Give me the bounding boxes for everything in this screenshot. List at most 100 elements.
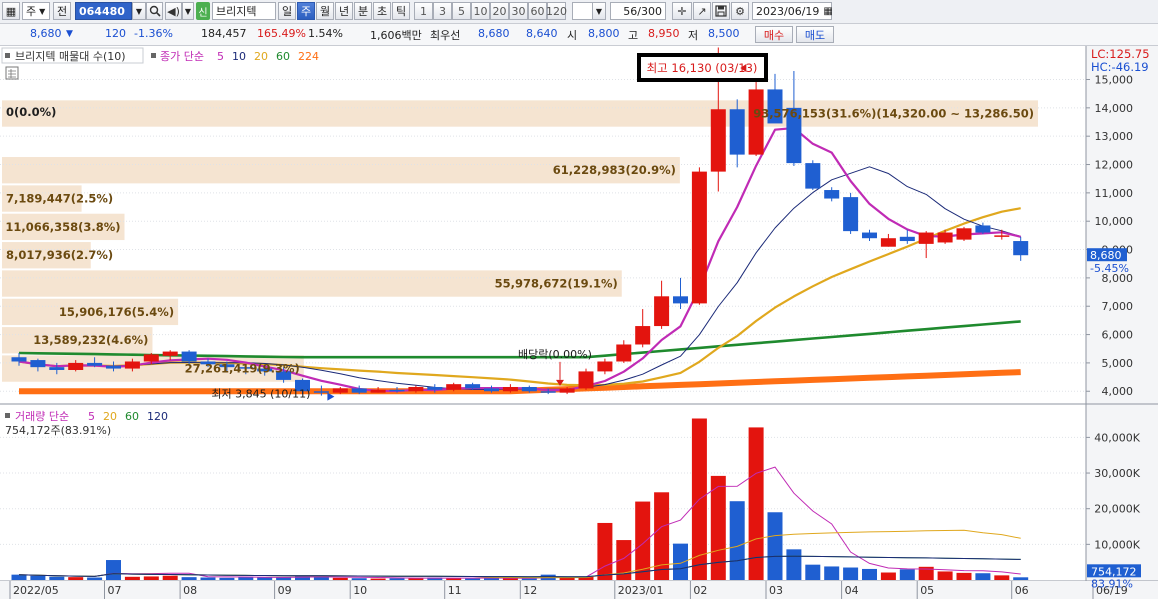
period-button[interactable]: 월 [316,2,334,20]
legend-swatch-icon [5,413,10,418]
y-tick-label: 14,000 [1095,102,1134,115]
volume-profile-label: 55,978,672(19.1%) [495,277,618,291]
interval-button[interactable]: 60 [528,2,547,20]
save-icon[interactable] [712,2,730,20]
interval-button[interactable]: 3 [433,2,452,20]
period-button[interactable]: 초 [373,2,391,20]
calendar-icon[interactable]: ▦ [823,6,832,17]
candle-body [729,109,745,155]
candle-body [616,344,632,362]
x-tick-label: 08 [183,584,197,597]
period-button[interactable]: 틱 [392,2,410,20]
volume-bar [30,575,46,580]
candle-body [106,365,121,369]
stock-chart[interactable]: 0(0.0%) 93,576,153(31.6%)(14,320.00 ~ 13,… [0,46,1158,599]
high-label: 고 [628,29,639,42]
volume-ratio: 165.49% [257,27,306,40]
date-value: 2023/06/19 [756,4,820,18]
bid-price: 8,640 [526,27,558,40]
candle-body [918,232,934,244]
volume-ma-legend-period: 120 [147,410,168,423]
period-button[interactable]: 주 [297,2,315,20]
candle-body [937,232,953,243]
candle-body [332,388,348,393]
candle-body [68,362,84,370]
stock-name-field[interactable]: 브리지텍 [212,2,276,20]
candle-body [824,190,840,199]
volume-bar [654,492,670,580]
period-button[interactable]: 년 [335,2,353,20]
trade-volume: 184,457 [201,27,247,40]
interval-button[interactable]: 30 [509,2,528,20]
volume-profile-label: 11,066,358(3.8%) [5,220,120,234]
volume-bar [843,567,859,580]
chevron-down-icon: ▼ [39,6,46,16]
candle-body [748,89,764,155]
interval-dropdown-button[interactable]: ▼ [592,2,606,20]
gear-icon[interactable]: ⚙ [731,2,749,20]
date-field[interactable]: 2023/06/19 ▦ [752,2,833,20]
interval-button[interactable]: 10 [471,2,490,20]
candle-count-field[interactable]: 56/300 [610,2,666,20]
volume-bar [332,577,348,580]
market-select[interactable]: 주 ▼ [22,2,50,20]
period-button[interactable]: 일 [278,2,296,20]
dividend-annotation-label: 배당락(0.00%) [518,348,592,361]
x-tick-label: 04 [845,584,859,597]
period-button[interactable]: 분 [354,2,372,20]
interval-button[interactable]: 5 [452,2,471,20]
high-price: 8,950 [648,27,680,40]
x-axis-panel [0,581,1158,599]
ma-legend-period: 20 [254,50,268,63]
volume-profile-label: 27,261,419(9.3%) [185,362,300,376]
volume-bar [68,577,84,580]
volume-bar [824,566,840,580]
interval-buttons: 1 3 5 10 20 30 60 120 [414,2,570,20]
search-icon[interactable] [146,2,163,20]
volume-bar [767,512,783,580]
candle-body [880,238,896,247]
last-price-label: 8,680 [1090,249,1122,262]
code-dropdown-button[interactable]: ▼ [132,2,146,20]
draw-tool-icon[interactable]: ↗ [693,2,711,20]
volume-bar [975,573,991,580]
y-tick-label: 15,000 [1095,74,1134,87]
candle-body [389,389,405,392]
ma-legend-period: 60 [276,50,290,63]
sell-button[interactable]: 매도 [796,26,834,43]
buy-button[interactable]: 매수 [755,26,793,43]
volume-profile-label: 8,017,936(2.7%) [6,248,113,262]
candle-body [351,388,367,393]
grid-menu-icon[interactable]: ▦ [2,2,20,20]
volume-bar [143,576,159,580]
current-price: 8,680 [30,27,62,40]
volume-bar [181,577,197,580]
candle-body [691,171,707,304]
candle-body [502,386,518,392]
candle-body [143,354,159,362]
speaker-icon[interactable]: ◀) [165,2,182,20]
interval-button[interactable]: 1 [414,2,433,20]
crosshair-icon[interactable]: ✛ [672,2,692,20]
y-tick-label: 4,000 [1102,385,1134,398]
volume-bar [124,576,140,580]
open-price: 8,800 [588,27,620,40]
candle-body [30,360,46,368]
speaker-dropdown[interactable]: ▼ [182,2,194,20]
y-tick-label: 12,000 [1095,159,1134,172]
quote-bar: 8,680 ▼ 120 -1.36% 184,457 165.49% 1.54%… [0,24,1158,46]
open-label: 시 [567,29,578,42]
y-tick-label: 13,000 [1095,130,1134,143]
y-tick-label: 6,000 [1102,329,1134,342]
down-arrow-icon: ▼ [66,29,73,39]
x-tick-label: 07 [108,584,122,597]
jeon-button[interactable]: 전 [53,2,71,20]
axis-panel [1086,46,1158,599]
volume-profile-label: 0(0.0%) [6,105,56,119]
volume-bar [219,577,235,580]
interval-button[interactable]: 20 [490,2,509,20]
ask-price: 8,680 [478,27,510,40]
interval-button[interactable]: 120 [546,2,567,20]
stock-code-input[interactable]: 064480 [75,2,132,20]
x-tick-label: 05 [920,584,934,597]
